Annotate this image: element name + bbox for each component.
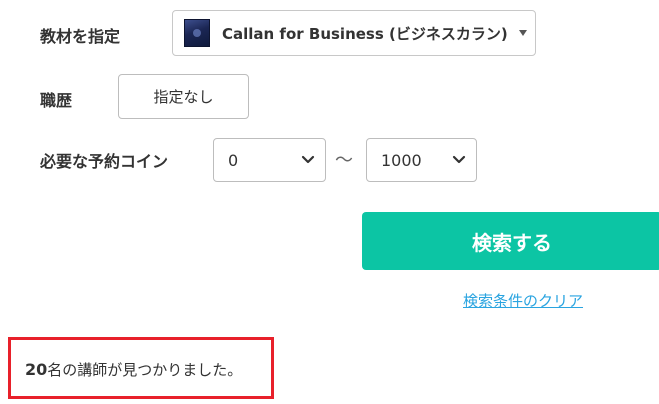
book-cover-icon: [184, 19, 210, 47]
chevron-down-icon: [452, 155, 466, 164]
caret-down-icon: [519, 30, 527, 36]
result-count: 20: [25, 360, 48, 379]
range-separator: 〜: [335, 150, 353, 171]
clear-search-link[interactable]: 検索条件のクリア: [463, 290, 583, 311]
material-label: 教材を指定: [40, 27, 121, 46]
coin-max-select[interactable]: 1000: [366, 138, 477, 182]
career-button-label: 指定なし: [153, 88, 214, 106]
material-select[interactable]: Callan for Business (ビジネスカラン): [172, 10, 536, 56]
coins-label: 必要な予約コイン: [40, 152, 169, 171]
career-label: 職歴: [40, 91, 73, 110]
material-selected-value: Callan for Business (ビジネスカラン): [222, 24, 508, 43]
search-button[interactable]: 検索する: [362, 212, 659, 270]
career-select-button[interactable]: 指定なし: [118, 74, 249, 119]
chevron-down-icon: [301, 155, 315, 164]
coin-min-select[interactable]: 0: [213, 138, 326, 182]
result-highlight-box: 20名の講師が見つかりました。: [8, 337, 274, 399]
coin-max-value: 1000: [381, 150, 422, 170]
result-suffix: 名の講師が見つかりました。: [47, 361, 243, 379]
result-message: 20名の講師が見つかりました。: [25, 359, 242, 380]
search-button-label: 検索する: [472, 230, 552, 255]
coin-min-value: 0: [228, 150, 239, 170]
